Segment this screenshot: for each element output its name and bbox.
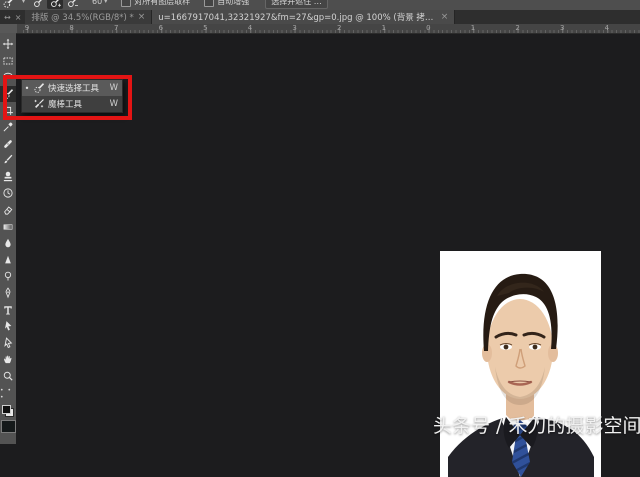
- shortcut-key: W: [110, 99, 118, 109]
- ruler-label: 4: [248, 24, 252, 32]
- gradient-icon: [2, 221, 14, 233]
- portrait-man-illustration: [440, 251, 601, 477]
- blur-tool[interactable]: [0, 235, 16, 251]
- direct-selection-tool[interactable]: [0, 335, 16, 351]
- fg-bg-swatch-icon[interactable]: [2, 405, 14, 417]
- menu-item-label: 快速选择工具: [48, 82, 107, 94]
- type-icon: [2, 304, 14, 316]
- direct-selection-icon: [2, 337, 14, 349]
- ruler-label: 1: [382, 24, 386, 32]
- history-brush-icon: [2, 187, 14, 199]
- marquee-icon: [2, 55, 14, 67]
- selection-subtract-mode-button[interactable]: [64, 0, 80, 9]
- ruler-label: 5: [203, 24, 207, 32]
- ruler-label: 7: [114, 24, 118, 32]
- history-brush-tool[interactable]: [0, 185, 16, 201]
- color-swatch[interactable]: [1, 420, 16, 433]
- selected-bullet: •: [24, 84, 30, 93]
- foreground-color-swatch[interactable]: [2, 405, 11, 414]
- path-selection-tool[interactable]: [0, 318, 16, 334]
- magic-wand-icon: [33, 98, 45, 110]
- tools-panel: • • •: [0, 33, 16, 444]
- chevron-down-icon[interactable]: ▾: [22, 0, 25, 5]
- lasso-tool[interactable]: [0, 69, 16, 85]
- ruler-label: 6: [159, 24, 163, 32]
- move-tool[interactable]: [0, 36, 16, 52]
- edit-toolbar-ellipsis-icon[interactable]: • • •: [0, 387, 16, 401]
- hand-icon: [2, 353, 14, 365]
- path-selection-icon: [2, 320, 14, 332]
- brush-icon: [2, 154, 14, 166]
- menu-item-quick-selection-tool[interactable]: • 快速选择工具 W: [22, 80, 122, 96]
- spot-healing-tool[interactable]: [0, 136, 16, 152]
- zoom-tool[interactable]: [0, 368, 16, 384]
- sharpen-icon: [2, 254, 14, 266]
- shortcut-key: W: [110, 83, 118, 93]
- watermark-text: 头条号 / 禾刀的摄影空间: [433, 411, 640, 438]
- ruler-label: 2: [515, 24, 519, 32]
- pen-icon: [2, 287, 14, 299]
- crop-tool[interactable]: [0, 102, 16, 118]
- selection-new-mode-button[interactable]: [30, 0, 46, 9]
- spot-healing-icon: [2, 138, 14, 150]
- blur-icon: [2, 237, 14, 249]
- ruler-label: 0: [426, 24, 430, 32]
- sample-all-layers-checkbox[interactable]: 对所有图层取样: [121, 0, 190, 7]
- selection-add-mode-button[interactable]: [47, 0, 63, 9]
- ruler-label: 9: [25, 24, 29, 32]
- auto-enhance-label: 自动增强: [217, 0, 249, 7]
- clone-stamp-icon: [2, 171, 14, 183]
- zoom-icon: [2, 370, 14, 382]
- eraser-icon: [2, 204, 14, 216]
- crop-icon: [2, 104, 14, 116]
- close-icon[interactable]: ×: [441, 12, 449, 22]
- menu-item-magic-wand-tool[interactable]: 魔棒工具 W: [22, 96, 122, 112]
- quick-selection-tool-preset-icon[interactable]: [2, 0, 18, 9]
- ruler-label: 3: [560, 24, 564, 32]
- eyedropper-icon: [2, 121, 14, 133]
- brush-size-control[interactable]: 60 ▾: [92, 0, 107, 6]
- quick-selection-icon: [2, 88, 14, 100]
- type-tool[interactable]: [0, 302, 16, 318]
- menu-item-label: 魔棒工具: [48, 98, 107, 110]
- lasso-icon: [2, 71, 14, 83]
- marquee-tool[interactable]: [0, 53, 16, 69]
- ruler-label: 8: [69, 24, 73, 32]
- dodge-tool[interactable]: [0, 268, 16, 284]
- auto-enhance-checkbox[interactable]: 自动增强: [204, 0, 249, 7]
- close-icon[interactable]: ×: [138, 12, 146, 22]
- quick-selection-tool[interactable]: [0, 86, 16, 102]
- tab-scroll-icon[interactable]: ↔: [4, 13, 11, 22]
- eraser-tool[interactable]: [0, 202, 16, 218]
- sharpen-tool[interactable]: [0, 252, 16, 268]
- document-tab-paiban[interactable]: 排版 @ 34.5%(RGB/8*) * ×: [25, 10, 152, 24]
- ruler-label: 1: [471, 24, 475, 32]
- tab-title: 排版 @ 34.5%(RGB/8*) *: [31, 11, 133, 23]
- quick-selection-flyout-menu: • 快速选择工具 W 魔棒工具 W: [21, 79, 123, 113]
- chevron-down-icon: ▾: [104, 0, 107, 5]
- clone-stamp-tool[interactable]: [0, 169, 16, 185]
- sample-all-layers-label: 对所有图层取样: [134, 0, 190, 7]
- ruler-label: 4: [605, 24, 609, 32]
- move-icon: [2, 38, 14, 50]
- tab-title: u=1667917041,32321927&fm=27&gp=0.jpg @ 1…: [158, 11, 436, 23]
- portrait-photo[interactable]: [440, 251, 601, 477]
- gradient-tool[interactable]: [0, 219, 16, 235]
- brush-tool[interactable]: [0, 152, 16, 168]
- hand-tool[interactable]: [0, 351, 16, 367]
- pen-tool[interactable]: [0, 285, 16, 301]
- document-tab-bar: ↔ × 排版 @ 34.5%(RGB/8*) * × u=1667917041,…: [0, 10, 640, 24]
- select-and-mask-button[interactable]: 选择并遮住 …: [265, 0, 328, 9]
- brush-size-value: 60: [92, 0, 102, 6]
- ruler-label: 3: [292, 24, 296, 32]
- quick-selection-icon: [33, 82, 45, 94]
- horizontal-ruler: 9 8 7 6 5 4 3 2 1 0 1 2 3 4: [17, 24, 640, 34]
- dodge-icon: [2, 270, 14, 282]
- document-tab-jpg[interactable]: u=1667917041,32321927&fm=27&gp=0.jpg @ 1…: [152, 10, 455, 24]
- eyedropper-tool[interactable]: [0, 119, 16, 135]
- checkbox-icon[interactable]: [121, 0, 131, 7]
- checkbox-icon[interactable]: [204, 0, 214, 7]
- panel-close-icon[interactable]: ×: [15, 13, 22, 22]
- ruler-label: 2: [337, 24, 341, 32]
